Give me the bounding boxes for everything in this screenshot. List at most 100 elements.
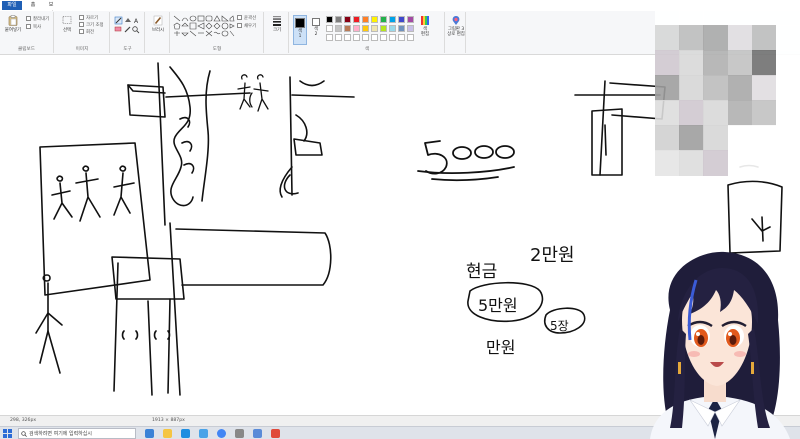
palette-swatch[interactable] bbox=[353, 34, 360, 41]
palette-swatch[interactable] bbox=[380, 34, 387, 41]
palette-swatch[interactable] bbox=[362, 34, 369, 41]
palette-swatch[interactable] bbox=[326, 34, 333, 41]
palette-swatch[interactable] bbox=[353, 25, 360, 32]
edge-icon[interactable] bbox=[181, 429, 190, 438]
tab-file[interactable]: 파일 bbox=[2, 1, 22, 10]
fill-icon[interactable] bbox=[125, 18, 131, 22]
tab-view[interactable]: 보기 bbox=[44, 1, 58, 17]
number-5000-sketch bbox=[417, 140, 515, 182]
paint3d-group: 그림판 3 상로 편집 bbox=[444, 12, 466, 53]
mosaic-block bbox=[775, 125, 800, 151]
mosaic-block bbox=[727, 75, 753, 101]
eraser-icon[interactable] bbox=[114, 26, 122, 32]
cut-button[interactable]: 잘라내기 bbox=[26, 16, 49, 23]
tools-group: A 도구 bbox=[111, 12, 145, 53]
size-button[interactable]: 크기 bbox=[267, 15, 287, 33]
mosaic-block bbox=[727, 100, 753, 126]
mosaic-block bbox=[679, 50, 704, 76]
paint3d-button[interactable]: 그림판 3 상로 편집 bbox=[446, 15, 466, 37]
color1-button[interactable]: 색 1 bbox=[293, 15, 307, 45]
mosaic-block bbox=[751, 0, 777, 26]
color2-button[interactable]: 색 2 bbox=[309, 15, 323, 45]
palette-swatch[interactable] bbox=[407, 34, 414, 41]
mosaic-block bbox=[727, 0, 753, 26]
note-2manwon: 2만원 bbox=[530, 245, 575, 266]
mosaic-block bbox=[775, 0, 800, 26]
palette-swatch[interactable] bbox=[398, 34, 405, 41]
palette-swatch[interactable] bbox=[407, 16, 414, 23]
resize-button[interactable]: 크기 조정 bbox=[79, 22, 104, 29]
magnifier-icon[interactable] bbox=[132, 26, 140, 34]
cut-label: 잘라내기 bbox=[33, 17, 50, 22]
clipboard-group-label: 클립보드 bbox=[18, 47, 35, 52]
palette-swatch[interactable] bbox=[389, 16, 396, 23]
note-hyeongeum: 현금 bbox=[466, 262, 497, 282]
palette-swatch[interactable] bbox=[353, 16, 360, 23]
palette-swatch[interactable] bbox=[407, 25, 414, 32]
mosaic-block bbox=[679, 150, 704, 176]
mannequin-sketch bbox=[127, 62, 251, 226]
palette-swatch[interactable] bbox=[380, 25, 387, 32]
color-picker-icon[interactable] bbox=[124, 26, 131, 33]
colors-group-label: 색 bbox=[364, 47, 370, 52]
paint-app-icon[interactable] bbox=[253, 429, 262, 438]
crop-button[interactable]: 자르기 bbox=[79, 15, 98, 22]
select-button[interactable]: 선택 bbox=[58, 15, 76, 33]
brushes-button[interactable]: 브러시 bbox=[148, 15, 168, 33]
fill-dropdown[interactable]: 채우기 bbox=[237, 23, 256, 30]
mosaic-block bbox=[655, 150, 680, 176]
copy-button[interactable]: 복사 bbox=[26, 24, 41, 31]
settings-gear-icon[interactable] bbox=[235, 429, 244, 438]
mosaic-block bbox=[679, 25, 704, 51]
color2-label: 색 2 bbox=[313, 27, 319, 37]
mosaic-block bbox=[703, 25, 728, 51]
tab-home[interactable]: 홈 bbox=[26, 1, 40, 10]
text-icon[interactable]: A bbox=[134, 18, 139, 25]
palette-swatch[interactable] bbox=[389, 25, 396, 32]
file-explorer-icon[interactable] bbox=[163, 429, 172, 438]
image-group: 선택 자르기 크기 조정 회전 이미지 bbox=[55, 12, 110, 53]
chrome-icon[interactable] bbox=[217, 429, 226, 438]
palette-swatch[interactable] bbox=[344, 16, 351, 23]
palette-swatch[interactable] bbox=[398, 16, 405, 23]
palette-swatch[interactable] bbox=[335, 25, 342, 32]
palette-swatch[interactable] bbox=[344, 25, 351, 32]
palette-swatch[interactable] bbox=[344, 34, 351, 41]
resize-icon bbox=[79, 22, 84, 27]
mosaic-block bbox=[703, 50, 728, 76]
palette-swatch[interactable] bbox=[389, 34, 396, 41]
rotate-button[interactable]: 회전 bbox=[79, 29, 94, 36]
palette-swatch[interactable] bbox=[326, 16, 333, 23]
taskbar-search-box[interactable]: 검색하려면 여기에 입력하십시 bbox=[18, 428, 136, 439]
mosaic-block bbox=[655, 25, 680, 51]
store-icon[interactable] bbox=[199, 429, 208, 438]
clipboard-group: 붙여넣기 잘라내기 복사 클립보드 bbox=[0, 12, 54, 53]
mosaic-block bbox=[727, 25, 753, 51]
palette-swatch[interactable] bbox=[362, 25, 369, 32]
brushes-group: 브러시 bbox=[146, 12, 170, 53]
edit-colors-button[interactable]: 색 편집 bbox=[418, 15, 432, 37]
windows-start-icon[interactable] bbox=[3, 429, 12, 438]
palette-swatch[interactable] bbox=[371, 16, 378, 23]
task-view-icon[interactable] bbox=[145, 429, 154, 438]
outline-dropdown[interactable]: 윤곽선 bbox=[237, 15, 256, 22]
palette-swatch[interactable] bbox=[335, 34, 342, 41]
color2-swatch bbox=[312, 18, 320, 26]
palette-swatch[interactable] bbox=[362, 16, 369, 23]
shapes-gallery[interactable] bbox=[173, 15, 235, 39]
mosaic-block bbox=[751, 75, 777, 101]
paste-button[interactable]: 붙여넣기 bbox=[2, 15, 24, 33]
palette-swatch[interactable] bbox=[326, 25, 333, 32]
line-width-icon bbox=[273, 16, 281, 26]
select-label: 선택 bbox=[62, 28, 72, 33]
palette-swatch[interactable] bbox=[398, 25, 405, 32]
pencil-icon[interactable] bbox=[114, 16, 123, 25]
mosaic-block bbox=[775, 100, 800, 126]
select-icon bbox=[62, 16, 72, 24]
mosaic-block bbox=[679, 0, 704, 26]
app-icon[interactable] bbox=[271, 429, 280, 438]
palette-swatch[interactable] bbox=[335, 16, 342, 23]
palette-swatch[interactable] bbox=[371, 34, 378, 41]
palette-swatch[interactable] bbox=[380, 16, 387, 23]
palette-swatch[interactable] bbox=[371, 25, 378, 32]
